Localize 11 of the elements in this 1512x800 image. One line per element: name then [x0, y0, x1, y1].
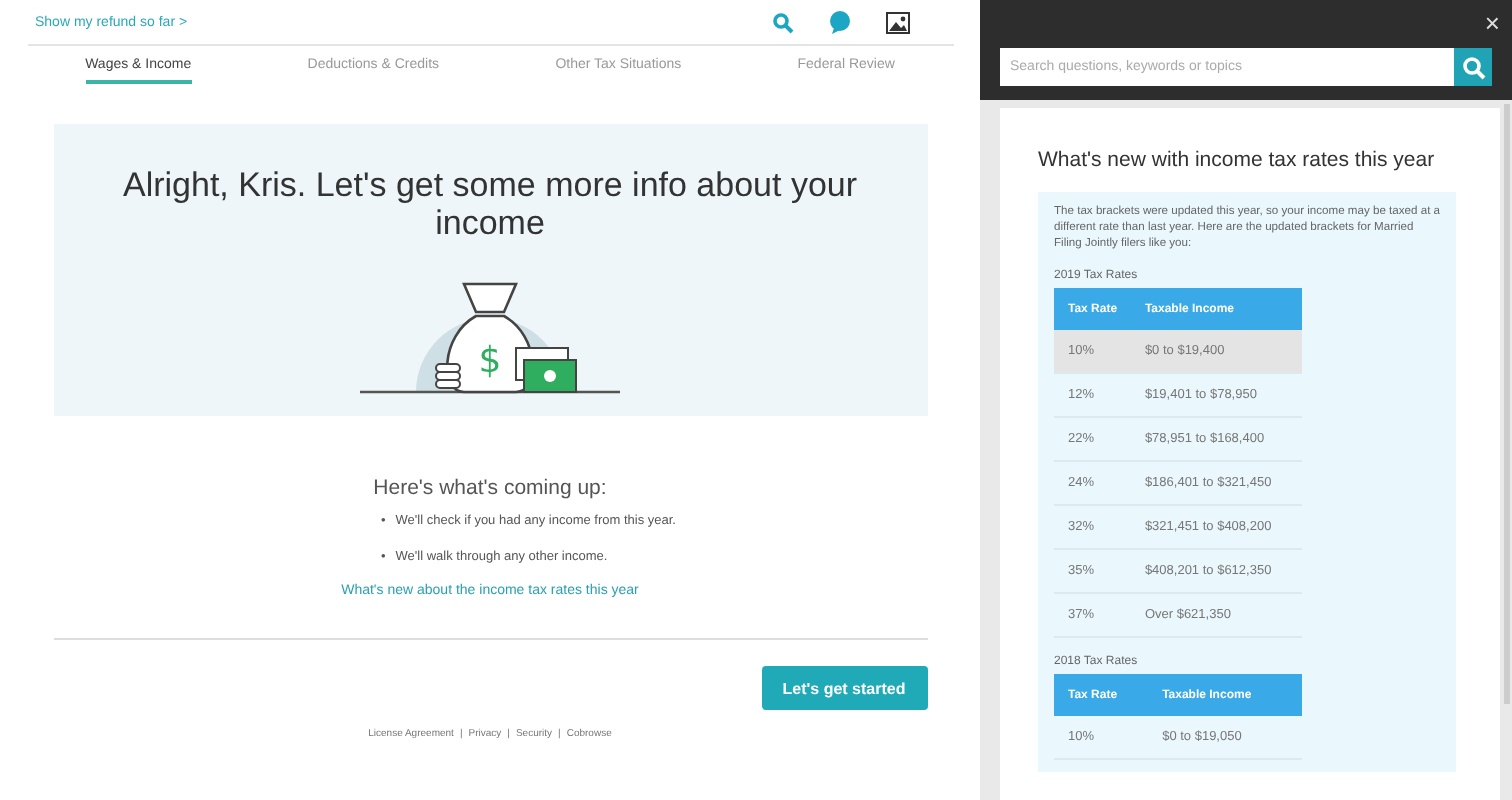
search-button[interactable]	[1454, 48, 1492, 86]
section-heading: Here's what's coming up:	[373, 476, 607, 500]
get-started-button[interactable]: Let's get started	[761, 666, 927, 710]
picture-icon[interactable]	[885, 11, 909, 33]
search-icon	[1461, 55, 1485, 79]
help-bubble-icon[interactable]	[827, 10, 851, 34]
article-title: What's new with income tax rates this year	[1038, 148, 1437, 172]
close-button[interactable]: ×	[1484, 10, 1500, 38]
hero-title: Alright, Kris. Let's get some more info about your income	[120, 166, 860, 242]
dollar-sign: $	[478, 340, 502, 382]
search-icon[interactable]	[771, 11, 793, 33]
